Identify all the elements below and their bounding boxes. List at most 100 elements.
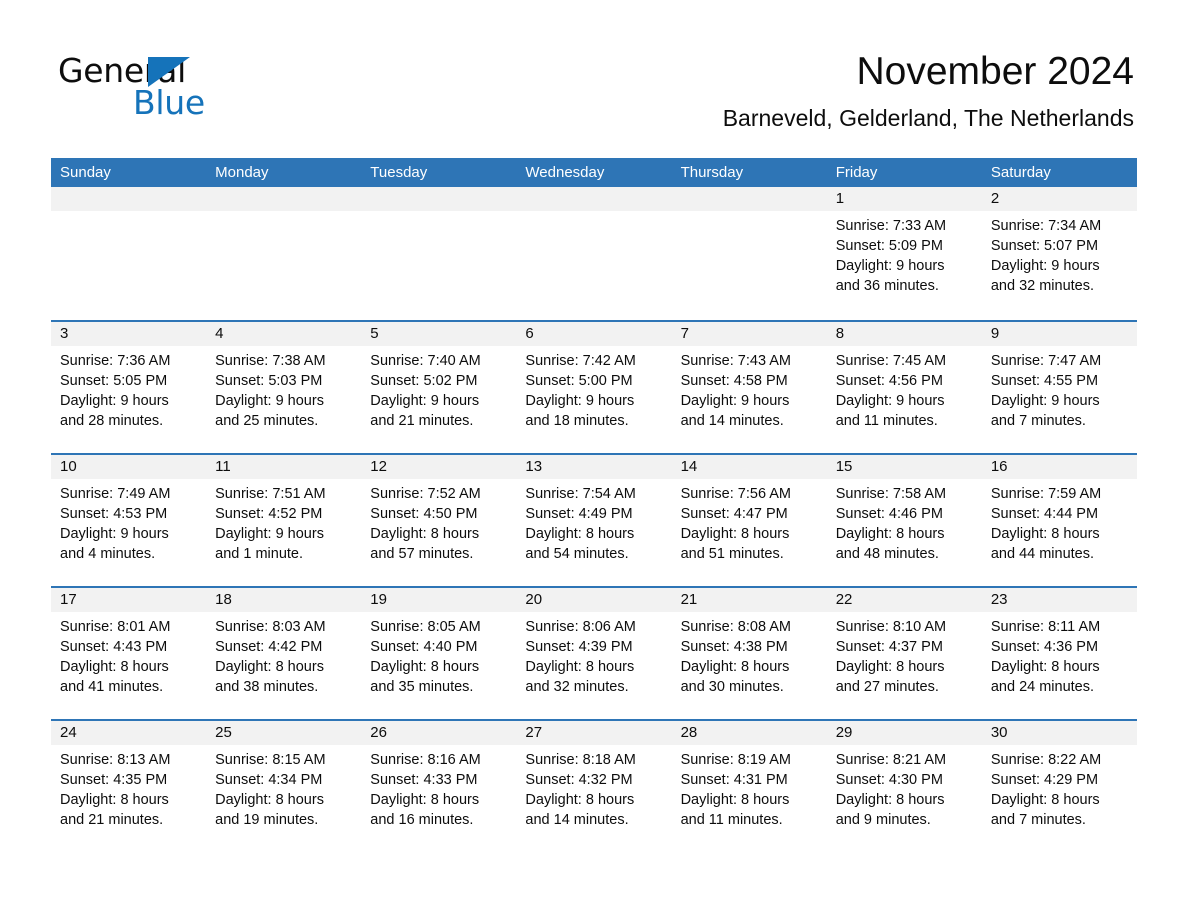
day-details	[361, 211, 516, 216]
daylight-text-line1: Daylight: 8 hours	[680, 526, 790, 542]
day-number: 7	[671, 322, 827, 346]
day-cell[interactable]: 19 Sunrise: 8:05 AM Sunset: 4:40 PM Dayl…	[361, 588, 517, 719]
daylight-text-line1: Daylight: 8 hours	[525, 792, 635, 808]
daylight-text-line1: Daylight: 8 hours	[370, 659, 480, 675]
day-cell[interactable]	[361, 187, 517, 320]
sunset-text: Sunset: 5:02 PM	[370, 373, 478, 389]
day-details: Sunrise: 7:34 AM Sunset: 5:07 PM Dayligh…	[982, 211, 1137, 296]
day-number: 19	[361, 588, 517, 612]
day-cell[interactable]: 24 Sunrise: 8:13 AM Sunset: 4:35 PM Dayl…	[51, 721, 207, 852]
day-details: Sunrise: 7:51 AM Sunset: 4:52 PM Dayligh…	[206, 479, 361, 564]
day-cell[interactable]: 13 Sunrise: 7:54 AM Sunset: 4:49 PM Dayl…	[516, 455, 672, 586]
day-cell[interactable]: 8 Sunrise: 7:45 AM Sunset: 4:56 PM Dayli…	[826, 322, 982, 453]
sunset-text: Sunset: 4:34 PM	[215, 772, 323, 788]
sunset-text: Sunset: 4:40 PM	[370, 639, 478, 655]
daylight-text-line2: and 7 minutes.	[990, 413, 1086, 429]
day-number: 8	[826, 322, 982, 346]
daylight-text-line1: Daylight: 9 hours	[680, 393, 790, 409]
day-number: 23	[981, 588, 1137, 612]
sunset-text: Sunset: 4:35 PM	[60, 772, 168, 788]
sunset-text: Sunset: 4:37 PM	[835, 639, 943, 655]
day-cell[interactable]	[516, 187, 672, 320]
daylight-text-line1: Daylight: 9 hours	[990, 393, 1100, 409]
day-details: Sunrise: 8:11 AM Sunset: 4:36 PM Dayligh…	[982, 612, 1137, 697]
day-details: Sunrise: 7:52 AM Sunset: 4:50 PM Dayligh…	[361, 479, 516, 564]
day-cell[interactable]: 14 Sunrise: 7:56 AM Sunset: 4:47 PM Dayl…	[671, 455, 827, 586]
day-cell[interactable]: 21 Sunrise: 8:08 AM Sunset: 4:38 PM Dayl…	[671, 588, 827, 719]
day-cell[interactable]: 17 Sunrise: 8:01 AM Sunset: 4:43 PM Dayl…	[51, 588, 207, 719]
daylight-text-line2: and 30 minutes.	[680, 679, 784, 695]
daylight-text-line2: and 38 minutes.	[215, 679, 319, 695]
sunrise-text: Sunrise: 7:38 AM	[215, 353, 326, 369]
day-cell[interactable]: 18 Sunrise: 8:03 AM Sunset: 4:42 PM Dayl…	[206, 588, 362, 719]
daylight-text-line1: Daylight: 9 hours	[60, 393, 169, 409]
day-details	[206, 211, 361, 216]
day-cell[interactable]: 2 Sunrise: 7:34 AM Sunset: 5:07 PM Dayli…	[981, 187, 1137, 320]
daylight-text-line2: and 7 minutes.	[990, 812, 1086, 828]
sunrise-text: Sunrise: 7:42 AM	[525, 353, 636, 369]
day-cell[interactable]: 6 Sunrise: 7:42 AM Sunset: 5:00 PM Dayli…	[516, 322, 672, 453]
day-cell[interactable]: 9 Sunrise: 7:47 AM Sunset: 4:55 PM Dayli…	[981, 322, 1137, 453]
day-cell[interactable]: 4 Sunrise: 7:38 AM Sunset: 5:03 PM Dayli…	[206, 322, 362, 453]
day-cell[interactable]: 12 Sunrise: 7:52 AM Sunset: 4:50 PM Dayl…	[361, 455, 517, 586]
sunset-text: Sunset: 4:52 PM	[215, 506, 323, 522]
day-cell[interactable]	[51, 187, 207, 320]
title-block: November 2024 Barneveld, Gelderland, The…	[723, 48, 1134, 132]
day-cell[interactable]: 29 Sunrise: 8:21 AM Sunset: 4:30 PM Dayl…	[826, 721, 982, 852]
day-cell[interactable]: 22 Sunrise: 8:10 AM Sunset: 4:37 PM Dayl…	[826, 588, 982, 719]
weekday-header-wednesday: Wednesday	[525, 164, 605, 181]
daylight-text-line2: and 28 minutes.	[60, 413, 164, 429]
sunset-text: Sunset: 4:30 PM	[835, 772, 943, 788]
daylight-text-line1: Daylight: 8 hours	[835, 659, 945, 675]
day-cell[interactable]: 5 Sunrise: 7:40 AM Sunset: 5:02 PM Dayli…	[361, 322, 517, 453]
logo-text-blue: Blue	[133, 83, 205, 122]
day-cell[interactable]: 20 Sunrise: 8:06 AM Sunset: 4:39 PM Dayl…	[516, 588, 672, 719]
day-cell[interactable]: 26 Sunrise: 8:16 AM Sunset: 4:33 PM Dayl…	[361, 721, 517, 852]
day-cell[interactable]: 10 Sunrise: 7:49 AM Sunset: 4:53 PM Dayl…	[51, 455, 207, 586]
sunset-text: Sunset: 4:56 PM	[835, 373, 943, 389]
sunset-text: Sunset: 5:07 PM	[990, 238, 1099, 254]
day-cell[interactable]: 7 Sunrise: 7:43 AM Sunset: 4:58 PM Dayli…	[671, 322, 827, 453]
daylight-text-line1: Daylight: 8 hours	[370, 792, 480, 808]
daylight-text-line2: and 27 minutes.	[835, 679, 939, 695]
daylight-text-line2: and 41 minutes.	[60, 679, 164, 695]
day-cell[interactable]: 16 Sunrise: 7:59 AM Sunset: 4:44 PM Dayl…	[981, 455, 1137, 586]
weekday-header-saturday: Saturday	[990, 164, 1051, 181]
daylight-text-line1: Daylight: 8 hours	[525, 659, 635, 675]
day-details: Sunrise: 8:18 AM Sunset: 4:32 PM Dayligh…	[516, 745, 671, 830]
day-cell[interactable]: 30 Sunrise: 8:22 AM Sunset: 4:29 PM Dayl…	[981, 721, 1137, 852]
day-cell[interactable]	[671, 187, 827, 320]
daylight-text-line1: Daylight: 9 hours	[990, 258, 1100, 274]
sunset-text: Sunset: 4:32 PM	[525, 772, 633, 788]
day-cell[interactable]: 11 Sunrise: 7:51 AM Sunset: 4:52 PM Dayl…	[206, 455, 362, 586]
sunrise-text: Sunrise: 8:13 AM	[60, 752, 171, 768]
daylight-text-line2: and 16 minutes.	[370, 812, 474, 828]
weekday-header-row: Sunday Monday Tuesday Wednesday Thursday…	[51, 158, 1137, 187]
day-cell[interactable]: 23 Sunrise: 8:11 AM Sunset: 4:36 PM Dayl…	[981, 588, 1137, 719]
day-cell[interactable]: 1 Sunrise: 7:33 AM Sunset: 5:09 PM Dayli…	[826, 187, 982, 320]
page-title: November 2024	[856, 50, 1135, 93]
day-number: 30	[981, 721, 1137, 745]
day-cell[interactable]: 25 Sunrise: 8:15 AM Sunset: 4:34 PM Dayl…	[206, 721, 362, 852]
day-number: 26	[361, 721, 517, 745]
day-number	[671, 187, 827, 211]
day-number: 3	[51, 322, 207, 346]
daylight-text-line2: and 25 minutes.	[215, 413, 319, 429]
sunrise-text: Sunrise: 7:54 AM	[525, 486, 636, 502]
day-details: Sunrise: 8:19 AM Sunset: 4:31 PM Dayligh…	[672, 745, 827, 830]
sunset-text: Sunset: 4:33 PM	[370, 772, 478, 788]
day-details: Sunrise: 7:56 AM Sunset: 4:47 PM Dayligh…	[672, 479, 827, 564]
day-details: Sunrise: 7:54 AM Sunset: 4:49 PM Dayligh…	[516, 479, 671, 564]
day-cell[interactable]: 15 Sunrise: 7:58 AM Sunset: 4:46 PM Dayl…	[826, 455, 982, 586]
day-cell[interactable]: 27 Sunrise: 8:18 AM Sunset: 4:32 PM Dayl…	[516, 721, 672, 852]
day-details: Sunrise: 7:45 AM Sunset: 4:56 PM Dayligh…	[827, 346, 982, 431]
weekday-header-tuesday: Tuesday	[370, 164, 428, 181]
day-details: Sunrise: 8:21 AM Sunset: 4:30 PM Dayligh…	[827, 745, 982, 830]
daylight-text-line2: and 44 minutes.	[990, 546, 1095, 562]
day-cell[interactable]: 3 Sunrise: 7:36 AM Sunset: 5:05 PM Dayli…	[51, 322, 207, 453]
day-number	[51, 187, 207, 211]
day-cell[interactable]	[206, 187, 362, 320]
general-blue-logo: General Blue	[58, 52, 358, 132]
day-cell[interactable]: 28 Sunrise: 8:19 AM Sunset: 4:31 PM Dayl…	[671, 721, 827, 852]
sunset-text: Sunset: 4:44 PM	[990, 506, 1099, 522]
